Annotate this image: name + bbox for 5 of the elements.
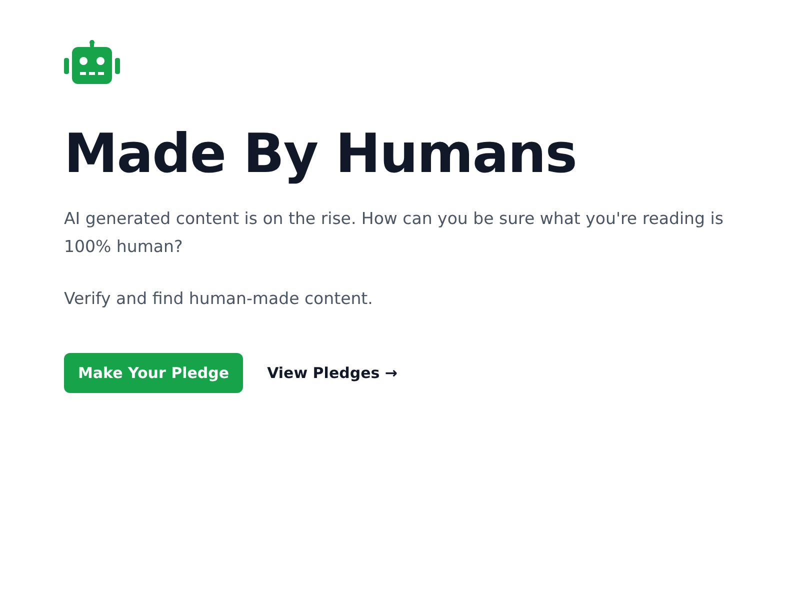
hero-paragraph: AI generated content is on the rise. How can you be sure what you're reading is 100% human?	[64, 208, 724, 258]
hero-paragraph: Verify and find human-made content.	[64, 288, 374, 310]
view-pledges-link[interactable]: View Pledges →	[267, 362, 398, 385]
hero-title: Made By Humans	[64, 124, 578, 184]
robot-logo-icon	[64, 40, 120, 84]
